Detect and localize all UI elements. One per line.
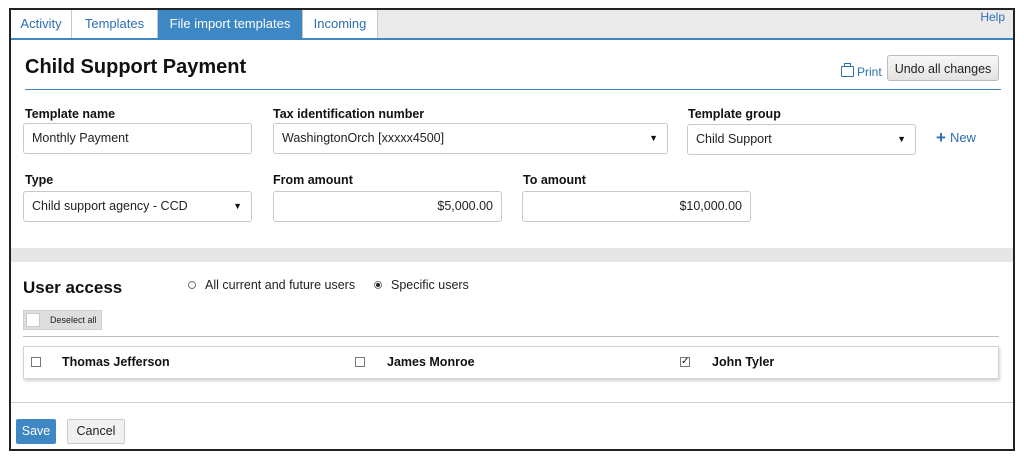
users-divider <box>23 336 999 337</box>
user-item-thomas-jefferson[interactable]: Thomas Jefferson <box>24 347 344 378</box>
radio-all-users[interactable]: All current and future users <box>188 278 355 292</box>
radio-icon <box>188 281 196 289</box>
template-name-label: Template name <box>25 107 116 121</box>
tab-incoming[interactable]: Incoming <box>303 10 378 38</box>
from-amount-field[interactable]: $5,000.00 <box>273 191 502 222</box>
user-name: Thomas Jefferson <box>62 355 170 369</box>
user-item-james-monroe[interactable]: James Monroe <box>350 347 670 378</box>
new-template-group-link[interactable]: + New <box>936 128 976 148</box>
deselect-all-label: Deselect all <box>50 315 97 325</box>
help-link[interactable]: Help <box>980 10 1005 24</box>
new-label: New <box>949 130 976 145</box>
type-label: Type <box>25 173 54 187</box>
type-select[interactable]: Child support agency - CCD ▼ <box>23 191 252 222</box>
radio-specific-users-label: Specific users <box>391 278 469 292</box>
user-name: James Monroe <box>387 355 475 369</box>
users-list: Thomas Jefferson James Monroe ✓ John Tyl… <box>23 346 999 379</box>
undo-all-changes-button[interactable]: Undo all changes <box>887 55 999 81</box>
tax-id-value: WashingtonOrch [xxxxx4500] <box>282 131 445 145</box>
type-value: Child support agency - CCD <box>32 199 188 213</box>
to-amount-field[interactable]: $10,000.00 <box>522 191 751 222</box>
template-group-select[interactable]: Child Support ▼ <box>687 124 916 155</box>
template-group-value: Child Support <box>696 132 772 146</box>
checkbox-icon[interactable] <box>355 357 365 367</box>
app-window: Activity Templates File import templates… <box>9 8 1015 451</box>
print-link[interactable]: Print <box>841 63 882 79</box>
to-amount-label: To amount <box>523 173 586 187</box>
checkbox-icon[interactable] <box>31 357 41 367</box>
checkbox-icon[interactable]: ✓ <box>680 357 690 367</box>
user-name: John Tyler <box>712 355 775 369</box>
template-name-field[interactable]: Monthly Payment <box>23 123 252 154</box>
page-title: Child Support Payment <box>25 56 247 78</box>
radio-icon <box>374 281 382 289</box>
footer-divider <box>11 402 1013 403</box>
deselect-all-toggle[interactable]: Deselect all <box>23 310 102 330</box>
title-divider <box>25 89 1001 90</box>
radio-specific-users[interactable]: Specific users <box>374 278 469 292</box>
tab-templates[interactable]: Templates <box>72 10 158 38</box>
dropdown-caret-icon: ▼ <box>649 133 658 143</box>
tab-file-import-templates[interactable]: File import templates <box>158 10 303 38</box>
user-item-john-tyler[interactable]: ✓ John Tyler <box>676 347 996 378</box>
printer-icon <box>841 63 854 77</box>
dropdown-caret-icon: ▼ <box>233 201 242 211</box>
from-amount-label: From amount <box>273 173 353 187</box>
template-group-label: Template group <box>688 107 781 121</box>
tax-id-select[interactable]: WashingtonOrch [xxxxx4500] ▼ <box>273 123 668 154</box>
tax-id-label: Tax identification number <box>273 107 425 121</box>
cancel-button[interactable]: Cancel <box>67 419 125 444</box>
tab-bar: Activity Templates File import templates… <box>11 10 1013 40</box>
toggle-knob <box>26 313 40 327</box>
user-access-title: User access <box>23 278 123 297</box>
dropdown-caret-icon: ▼ <box>897 134 906 144</box>
print-label: Print <box>857 65 882 79</box>
tab-activity[interactable]: Activity <box>11 10 72 38</box>
save-button[interactable]: Save <box>16 419 56 444</box>
section-separator <box>11 248 1013 262</box>
plus-icon: + <box>936 128 946 147</box>
radio-all-users-label: All current and future users <box>205 278 356 292</box>
